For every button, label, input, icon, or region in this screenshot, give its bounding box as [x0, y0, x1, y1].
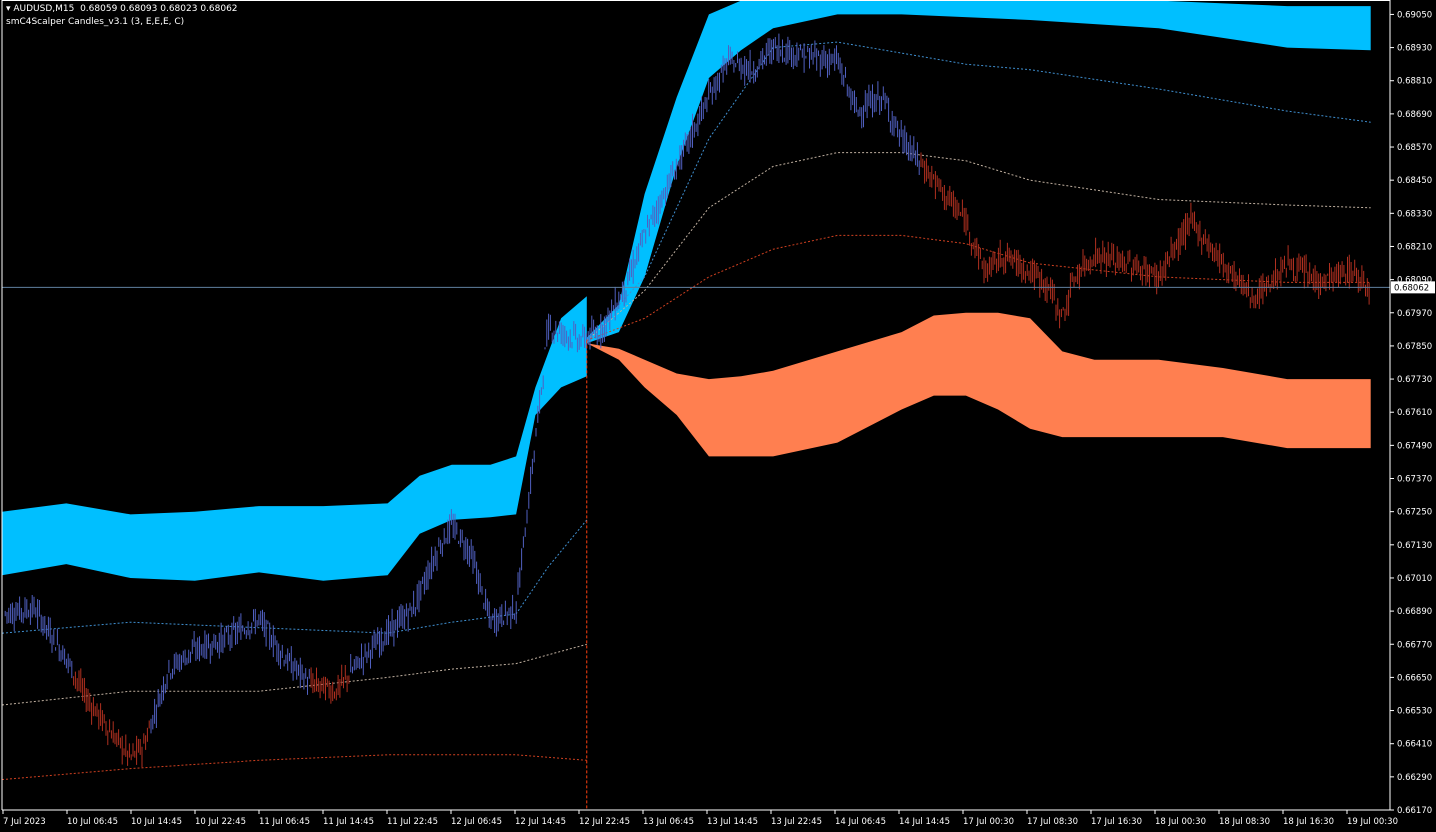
y-tick-label: 0.66530 [1397, 707, 1432, 717]
x-tick-label: 11 Jul 14:45 [323, 817, 374, 827]
trend-line-4 [1, 754, 587, 781]
price-chart[interactable]: 0.69050 0.68930 0.68810 0.68690 0.68570 0.684… [0, 0, 1436, 832]
x-tick-label: 18 Jul 08:30 [1219, 817, 1270, 827]
y-tick-label: 0.68210 [1397, 242, 1432, 252]
x-tick-label: 7 Jul 2023 [3, 817, 46, 827]
bear-band [586, 312, 1371, 457]
y-tick-label: 0.67730 [1397, 375, 1432, 385]
y-tick-label: 0.67250 [1397, 508, 1432, 518]
x-tick-label: 13 Jul 06:45 [643, 817, 694, 827]
x-tick-label: 12 Jul 22:45 [579, 817, 630, 827]
x-tick-label: 17 Jul 16:30 [1091, 817, 1142, 827]
y-tick-label: 0.66410 [1397, 740, 1432, 750]
y-tick-label: 0.67610 [1397, 408, 1432, 418]
y-tick-label: 0.69050 [1397, 10, 1432, 20]
y-tick-label: 0.66890 [1397, 607, 1432, 617]
x-tick-label: 13 Jul 22:45 [771, 817, 822, 827]
x-tick-label: 10 Jul 06:45 [67, 817, 118, 827]
y-tick-label: 0.67850 [1397, 342, 1432, 352]
signal-bands [2, 0, 1371, 581]
y-tick-label: 0.66650 [1397, 673, 1432, 683]
y-tick-label: 0.66770 [1397, 640, 1432, 650]
price-tag-label: 0.68062 [1394, 283, 1429, 293]
x-tick-label: 17 Jul 00:30 [963, 817, 1014, 827]
x-tick-label: 17 Jul 08:30 [1027, 817, 1078, 827]
y-tick-label: 0.66170 [1397, 806, 1432, 816]
y-tick-label: 0.68810 [1397, 77, 1432, 87]
x-tick-label: 14 Jul 06:45 [835, 817, 886, 827]
x-tick-label: 13 Jul 14:45 [707, 817, 758, 827]
y-tick-label: 0.68690 [1397, 110, 1432, 120]
y-tick-label: 0.67490 [1397, 441, 1432, 451]
y-tick-label: 0.68570 [1397, 143, 1432, 153]
y-tick-label: 0.68930 [1397, 44, 1432, 54]
x-tick-label: 10 Jul 14:45 [131, 817, 182, 827]
indicator-header: smC4Scalper Candles_v3.1 (3, E,E,E, C) [6, 17, 185, 27]
y-tick-label: 0.67010 [1397, 574, 1432, 584]
x-tick-label: 11 Jul 06:45 [259, 817, 310, 827]
x-tick-label: 19 Jul 00:30 [1347, 817, 1398, 827]
y-tick-label: 0.67130 [1397, 541, 1432, 551]
x-tick-label: 18 Jul 16:30 [1283, 817, 1334, 827]
y-tick-label: 0.68330 [1397, 209, 1432, 219]
bull-band-right [586, 0, 1371, 344]
y-tick-label: 0.67970 [1397, 309, 1432, 319]
symbol-header[interactable]: ▾ AUDUSD,M15 0.68059 0.68093 0.68023 0.6… [6, 4, 238, 14]
bull-band-left [2, 296, 587, 581]
x-tick-label: 18 Jul 00:30 [1155, 817, 1206, 827]
x-tick-label: 10 Jul 22:45 [195, 817, 246, 827]
x-tick-label: 12 Jul 14:45 [515, 817, 566, 827]
y-tick-label: 0.67370 [1397, 475, 1432, 485]
x-tick-label: 14 Jul 14:45 [899, 817, 950, 827]
x-tick-label: 11 Jul 22:45 [387, 817, 438, 827]
y-tick-label: 0.66290 [1397, 773, 1432, 783]
y-tick-label: 0.68450 [1397, 176, 1432, 186]
x-tick-label: 12 Jul 06:45 [451, 817, 502, 827]
